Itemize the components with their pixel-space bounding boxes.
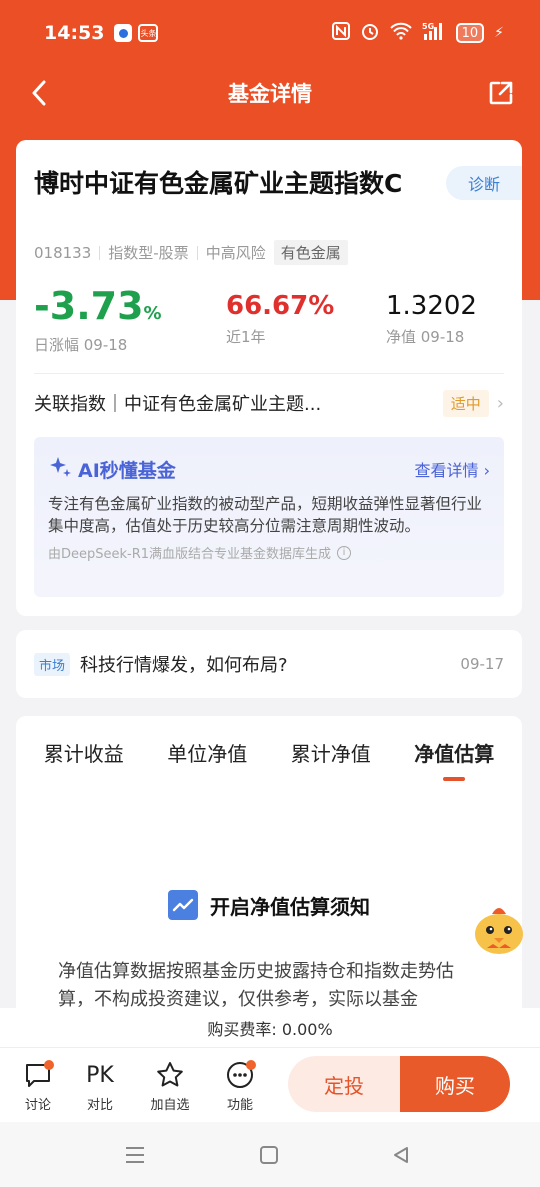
chart-tabs: 累计收益 单位净值 累计净值 净值估算 <box>16 738 522 781</box>
fund-name: 博时中证有色金属矿业主题指数C <box>34 169 403 198</box>
pk-icon: PK <box>86 1062 114 1088</box>
back-button[interactable] <box>24 78 54 108</box>
news-card[interactable]: 市场 科技行情爆发，如何布局? 09-17 <box>16 630 522 698</box>
ai-source-note: 由DeepSeek-R1满血版结合专业基金数据库生成 i <box>48 543 490 562</box>
share-icon <box>489 81 513 105</box>
valuation-badge: 适中 <box>442 389 489 417</box>
sparkle-icon <box>48 455 72 483</box>
tag-divider <box>99 245 101 260</box>
status-bar: 14:53 头条 5G 10 ⚡ <box>0 0 540 66</box>
fund-risk: 中高风险 <box>205 244 266 262</box>
purchase-fee-bar: 购买费率: 0.00% <box>0 1008 540 1048</box>
daily-change-stat: -3.73% 日涨幅 09-18 <box>34 286 162 355</box>
home-nav-button[interactable] <box>254 1142 284 1168</box>
fund-code: 018133 <box>34 243 92 262</box>
year-return-stat: 66.67% 近1年 <box>226 286 334 347</box>
tab-unit-nav[interactable]: 单位净值 <box>167 738 247 781</box>
chevron-right-icon: › <box>496 392 504 414</box>
fund-sector-tag[interactable]: 有色金属 <box>273 240 348 265</box>
nav-value: 1.3202 <box>386 291 477 321</box>
system-navigation-bar <box>0 1122 540 1187</box>
nfc-icon <box>331 22 350 44</box>
related-index-text: 关联指数｜中证有色金属矿业主题... <box>34 394 322 415</box>
back-nav-button[interactable] <box>386 1142 416 1168</box>
year-return-value: 66.67% <box>226 291 335 321</box>
menu-nav-button[interactable] <box>120 1142 150 1168</box>
share-button[interactable] <box>486 78 516 108</box>
divider <box>34 373 504 374</box>
fund-summary-card: 博时中证有色金属矿业主题指数C 诊断 018133 指数型-股票 中高风险 有色… <box>16 140 522 616</box>
fund-tags: 018133 指数型-股票 中高风险 有色金属 <box>34 240 348 265</box>
battery-icon: 10 <box>455 23 485 43</box>
discuss-button[interactable]: 讨论 <box>8 1058 68 1113</box>
daily-change-label: 日涨幅 09-18 <box>34 336 128 354</box>
notification-dot <box>246 1060 256 1070</box>
mascot-assistant-icon[interactable] <box>470 898 528 958</box>
tab-nav-estimate[interactable]: 净值估算 <box>414 738 494 781</box>
info-icon[interactable]: i <box>337 545 352 560</box>
news-tag: 市场 <box>34 652 71 676</box>
tab-cumulative-nav[interactable]: 累计净值 <box>291 738 371 781</box>
news-date: 09-17 <box>460 655 504 673</box>
functions-button[interactable]: 功能 <box>210 1058 270 1113</box>
related-index-row[interactable]: 关联指数｜中证有色金属矿业主题... 适中 › <box>34 386 504 420</box>
toutiao-notification-icon: 头条 <box>138 24 159 42</box>
app-header: 基金详情 <box>0 66 540 120</box>
daily-change-value: -3.73% <box>34 284 162 328</box>
tag-divider <box>196 245 198 260</box>
triangle-back-icon <box>394 1147 408 1163</box>
menu-icon <box>126 1147 144 1163</box>
tab-cumulative-return[interactable]: 累计收益 <box>44 738 124 781</box>
fund-type: 指数型-股票 <box>108 244 189 262</box>
compare-button[interactable]: PK 对比 <box>70 1058 130 1114</box>
signal-icon: 5G <box>422 21 446 45</box>
buy-button[interactable]: 购买 <box>400 1056 510 1112</box>
status-time: 14:53 <box>44 22 105 44</box>
chevron-left-icon <box>32 80 46 106</box>
ai-summary-box: AI秒懂基金 查看详情 › 专注有色金属矿业指数的被动型产品，短期收益弹性显著但… <box>34 437 504 597</box>
star-icon <box>157 1062 183 1087</box>
charging-icon: ⚡ <box>494 25 504 41</box>
ai-title: AI秒懂基金 <box>78 459 176 482</box>
svg-text:5G: 5G <box>422 22 434 31</box>
news-headline: 科技行情爆发，如何布局? <box>80 655 288 676</box>
add-watchlist-button[interactable]: 加自选 <box>140 1058 200 1113</box>
bottom-action-bar: 讨论 PK 对比 加自选 功能 定投 购买 <box>0 1048 540 1122</box>
alarm-icon <box>360 21 380 45</box>
page-title: 基金详情 <box>228 82 312 106</box>
square-icon <box>260 1146 278 1164</box>
trend-chart-icon <box>168 890 198 920</box>
nav-estimate-notice-title: 开启净值估算须知 <box>16 890 522 920</box>
wifi-icon <box>389 22 412 44</box>
nav-stat: 1.3202 净值 09-18 <box>386 286 477 347</box>
year-return-label: 近1年 <box>226 328 266 346</box>
auto-invest-button[interactable]: 定投 <box>288 1056 400 1112</box>
ai-view-details-link[interactable]: 查看详情 › <box>415 457 491 481</box>
ai-summary-text: 专注有色金属矿业指数的被动型产品，短期收益弹性显著但行业集中度高，估值处于历史较… <box>48 495 483 535</box>
notification-dot <box>44 1060 54 1070</box>
nav-label: 净值 09-18 <box>386 328 465 346</box>
app-notification-icon <box>114 24 133 42</box>
nav-estimate-notice-text: 净值估算数据按照基金历史披露持仓和指数走势估算，不构成投资建议，仅供参考，实际以… <box>58 961 454 1010</box>
diagnose-button[interactable]: 诊断 <box>446 166 522 200</box>
